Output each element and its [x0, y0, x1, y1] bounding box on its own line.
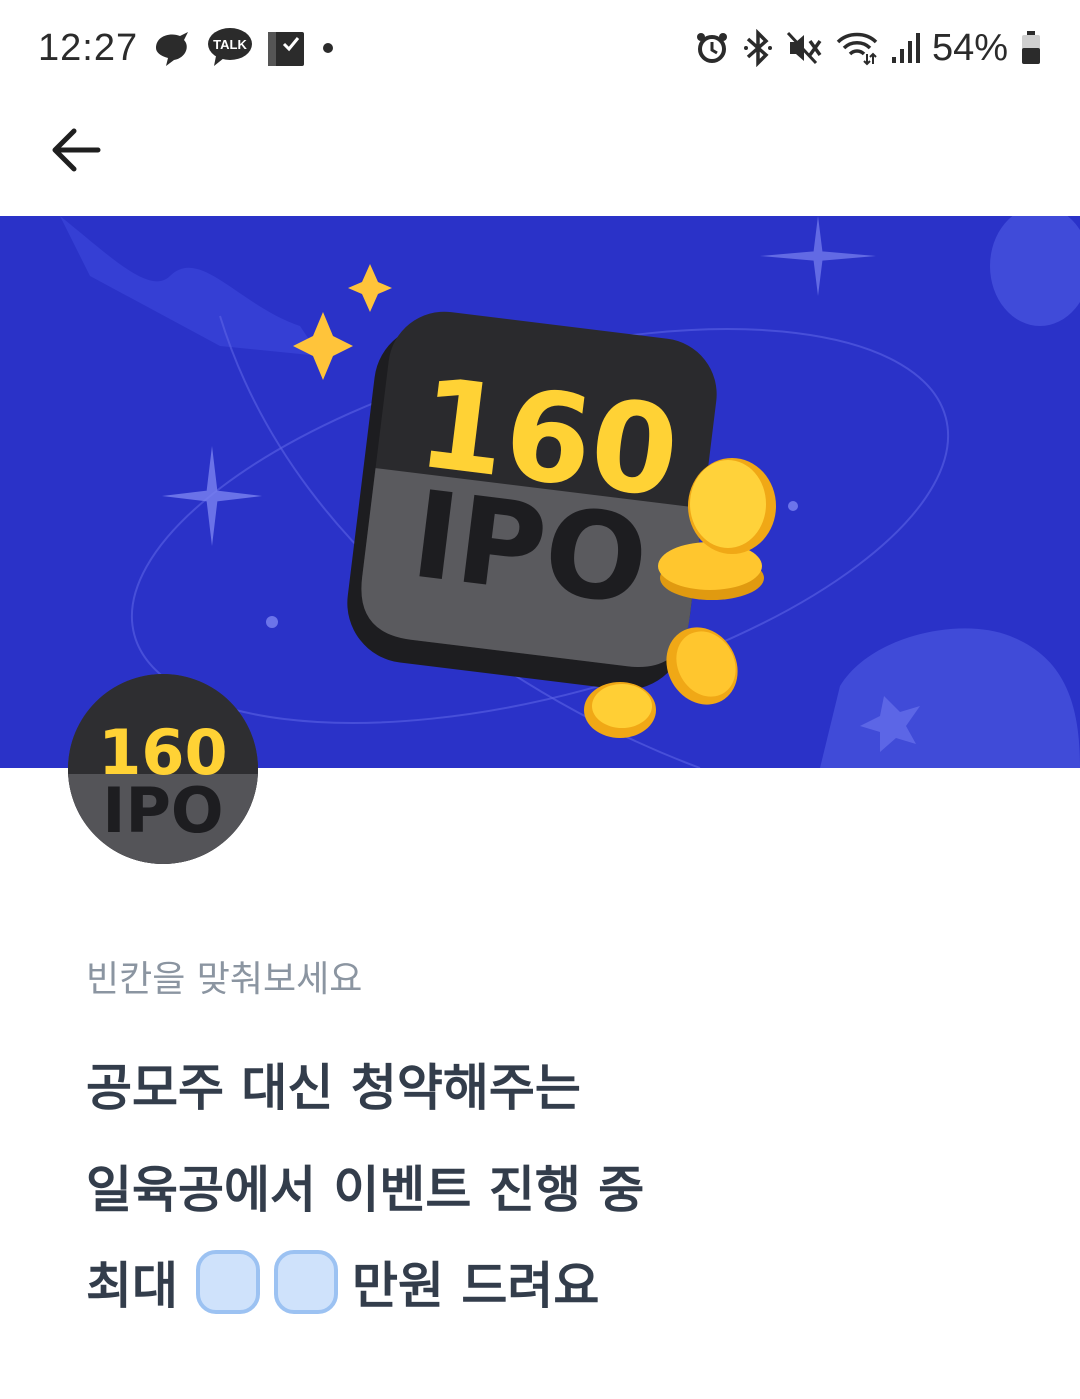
quiz-line-2-text: 일육공에서 이벤트 진행 중 [86, 1161, 645, 1219]
bluetooth-icon [742, 29, 774, 67]
status-right: 54% [694, 27, 1042, 70]
quiz-hint: 빈칸을 맞춰보세요 [86, 959, 363, 1000]
alarm-icon [694, 30, 730, 66]
app-bar [0, 96, 1080, 216]
answer-blank-2[interactable] [274, 1250, 338, 1314]
calendar-check-icon [266, 28, 306, 68]
status-bar: 12:27 TALK 54% [0, 0, 1080, 96]
status-time: 12:27 [38, 26, 139, 69]
kakaotalk-label: TALK [213, 37, 247, 52]
mute-icon [786, 30, 824, 66]
answer-blank-1[interactable] [196, 1250, 260, 1314]
avatar-logo: 160 IPO [68, 674, 258, 864]
arrow-left-icon [52, 128, 101, 172]
dot-icon [318, 38, 338, 58]
battery-percent: 54% [931, 26, 1008, 69]
avatar-text: IPO [102, 774, 223, 847]
quiz-line-2: 일육공에서 이벤트 진행 중 [86, 1150, 644, 1222]
screen: 12:27 TALK 54% 160 IPO 160 IPO 빈칸을 맞춰보세요… [0, 0, 1080, 1399]
quiz-line-3-prefix: 최대 [86, 1257, 178, 1315]
status-left: 12:27 TALK [38, 26, 338, 70]
kakaotalk-icon: TALK [206, 26, 254, 70]
quiz-line-3: 최대 만원 드려요 [86, 1246, 599, 1318]
banner-logo-text: IPO [405, 466, 655, 633]
channel-avatar[interactable]: 160 IPO [68, 674, 258, 864]
wifi-icon [836, 30, 878, 66]
back-button[interactable] [40, 114, 112, 186]
quiz-line-1: 공모주 대신 청약해주는 [86, 1048, 581, 1120]
quiz-line-1-text: 공모주 대신 청약해주는 [86, 1059, 581, 1117]
battery-icon [1020, 30, 1042, 66]
quiz-line-3-suffix: 만원 드려요 [352, 1257, 600, 1315]
signal-icon [890, 31, 920, 65]
kakaostory-icon [150, 28, 194, 68]
